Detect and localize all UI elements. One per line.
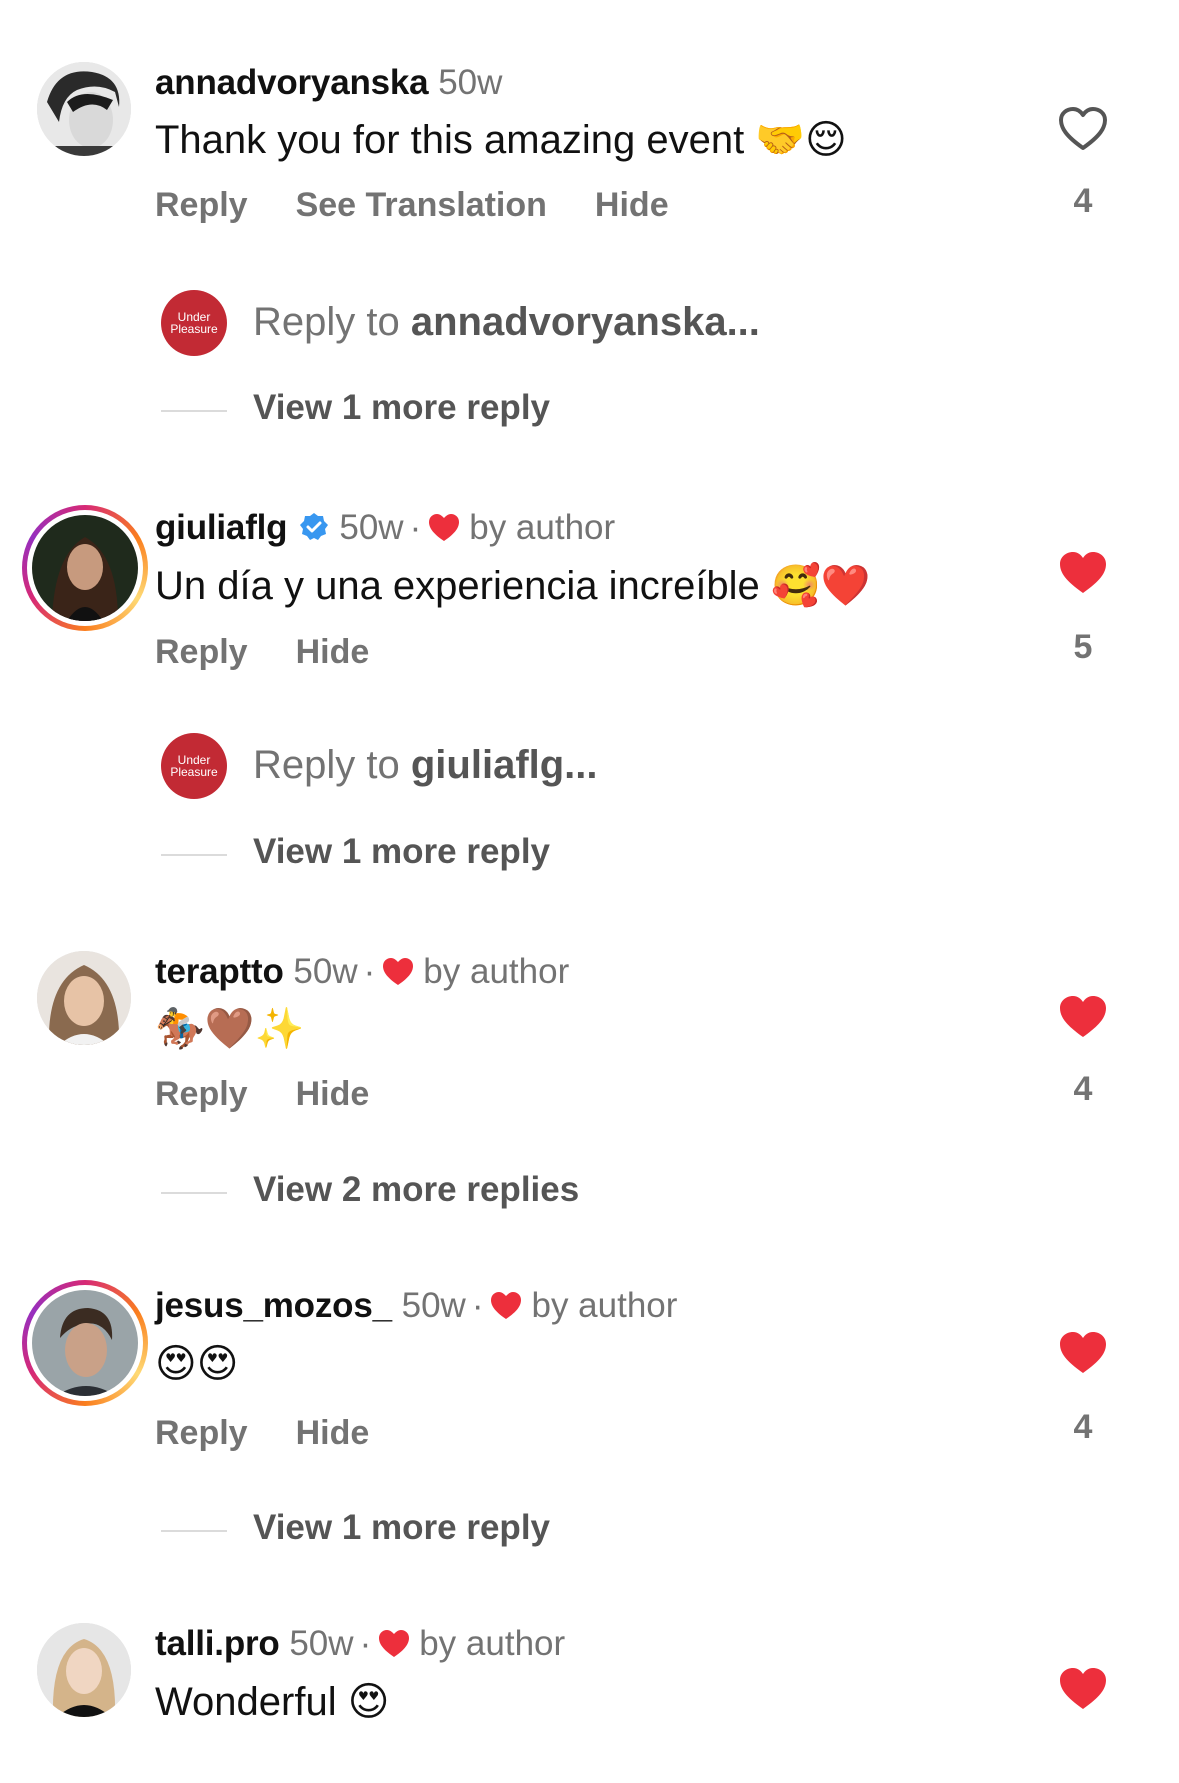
- reply-button[interactable]: Reply: [155, 1414, 248, 1452]
- like-heart-outline-icon[interactable]: [1058, 106, 1108, 152]
- comment-emojis: 🏇🤎✨: [155, 1006, 305, 1052]
- see-translation-button[interactable]: See Translation: [296, 186, 547, 224]
- view-more-label[interactable]: View 1 more reply: [253, 1508, 550, 1548]
- comment-body: Wonderful: [155, 1680, 337, 1724]
- comment-text: 🏇🤎✨: [155, 1005, 304, 1053]
- separator-dot: ·: [363, 952, 376, 991]
- username[interactable]: annadvoryanska: [155, 63, 429, 102]
- reply-button[interactable]: Reply: [155, 186, 248, 224]
- author-heart-icon: [383, 958, 414, 985]
- reply-to-name: annadvoryanska...: [410, 300, 760, 344]
- reply-composer[interactable]: Under Pleasure Reply to annadvoryanska..…: [161, 290, 961, 356]
- divider: [161, 1530, 227, 1532]
- view-more-replies[interactable]: View 1 more reply: [161, 832, 961, 876]
- avatar[interactable]: [37, 62, 131, 156]
- comment-actions: Reply Hide: [155, 1075, 417, 1114]
- by-author-label: by author: [469, 508, 616, 547]
- view-more-replies[interactable]: View 1 more reply: [161, 388, 961, 432]
- username[interactable]: jesus_mozos_: [155, 1286, 392, 1325]
- by-author-label: by author: [531, 1286, 678, 1325]
- comment-header: jesus_mozos_ 50w · by author: [155, 1286, 677, 1326]
- comment-emojis: 😍: [347, 1679, 390, 1725]
- timestamp: 50w: [401, 1286, 466, 1325]
- author-heart-icon: [491, 1292, 522, 1319]
- comment-text: Un día y una experiencia increíble 🥰❤️: [155, 562, 871, 610]
- comment-emojis: 😍😍: [155, 1341, 239, 1387]
- comment-emojis: 🥰❤️: [770, 563, 871, 609]
- comment-header: giuliaflg 50w · by author: [155, 508, 615, 548]
- hide-button[interactable]: Hide: [296, 1414, 370, 1452]
- comment-emojis: 🤝😌: [755, 117, 847, 163]
- like-count: 4: [1073, 1070, 1093, 1108]
- username[interactable]: teraptto: [155, 952, 284, 991]
- view-more-label[interactable]: View 1 more reply: [253, 832, 550, 872]
- view-more-label[interactable]: View 2 more replies: [253, 1170, 579, 1210]
- comment-text: 😍😍: [155, 1340, 238, 1388]
- like-heart-filled-icon[interactable]: [1058, 550, 1108, 596]
- avatar[interactable]: [37, 951, 131, 1045]
- comment-body: Un día y una experiencia increíble: [155, 564, 760, 608]
- separator-dot: ·: [359, 1624, 372, 1663]
- view-more-replies[interactable]: View 2 more replies: [161, 1170, 961, 1214]
- comment-actions: Reply Hide: [155, 633, 417, 672]
- divider: [161, 410, 227, 412]
- avatar[interactable]: [37, 1623, 131, 1717]
- like-heart-filled-icon[interactable]: [1058, 994, 1108, 1040]
- by-author-label: by author: [419, 1624, 566, 1663]
- brand-avatar-line2: Pleasure: [170, 765, 218, 779]
- username[interactable]: talli.pro: [155, 1624, 280, 1663]
- reply-to-prefix: Reply to: [253, 300, 411, 344]
- hide-button[interactable]: Hide: [296, 633, 370, 671]
- like-count: 4: [1073, 1408, 1093, 1446]
- username[interactable]: giuliaflg: [155, 508, 288, 547]
- reply-to-label[interactable]: Reply to giuliaflg...: [253, 743, 598, 788]
- comment-header: teraptto 50w · by author: [155, 952, 569, 992]
- brand-avatar: Under Pleasure: [161, 290, 227, 356]
- hide-button[interactable]: Hide: [296, 1075, 370, 1113]
- avatar[interactable]: [22, 1280, 148, 1406]
- timestamp: 50w: [289, 1624, 354, 1663]
- reply-button[interactable]: Reply: [155, 633, 248, 671]
- like-heart-filled-icon[interactable]: [1058, 1666, 1108, 1712]
- separator-dot: ·: [409, 508, 422, 547]
- author-heart-icon: [379, 1630, 410, 1657]
- view-more-replies[interactable]: View 1 more reply: [161, 1508, 961, 1552]
- timestamp: 50w: [438, 63, 503, 102]
- separator-dot: ·: [471, 1286, 484, 1325]
- comment-actions: Reply Hide: [155, 1414, 417, 1453]
- timestamp: 50w: [339, 508, 404, 547]
- reply-to-label[interactable]: Reply to annadvoryanska...: [253, 300, 760, 345]
- timestamp: 50w: [293, 952, 358, 991]
- by-author-label: by author: [423, 952, 570, 991]
- reply-to-prefix: Reply to: [253, 743, 411, 787]
- comment-text: Thank you for this amazing event 🤝😌: [155, 116, 847, 164]
- view-more-label[interactable]: View 1 more reply: [253, 388, 550, 428]
- comment-text: Wonderful 😍: [155, 1678, 389, 1726]
- like-heart-filled-icon[interactable]: [1058, 1330, 1108, 1376]
- comment-actions: Reply See Translation Hide: [155, 186, 717, 225]
- brand-avatar-line2: Pleasure: [170, 322, 218, 336]
- reply-composer[interactable]: Under Pleasure Reply to giuliaflg...: [161, 733, 961, 799]
- hide-button[interactable]: Hide: [595, 186, 669, 224]
- comment-header: annadvoryanska 50w: [155, 63, 502, 103]
- reply-button[interactable]: Reply: [155, 1075, 248, 1113]
- divider: [161, 1192, 227, 1194]
- brand-avatar: Under Pleasure: [161, 733, 227, 799]
- author-heart-icon: [429, 514, 460, 541]
- like-count: 4: [1073, 182, 1093, 220]
- reply-to-name: giuliaflg...: [410, 743, 598, 787]
- divider: [161, 854, 227, 856]
- comment-header: talli.pro 50w · by author: [155, 1624, 565, 1664]
- verified-badge-icon: [300, 513, 329, 540]
- avatar[interactable]: [22, 505, 148, 631]
- comment-body: Thank you for this amazing event: [155, 118, 745, 162]
- like-count: 5: [1073, 628, 1093, 666]
